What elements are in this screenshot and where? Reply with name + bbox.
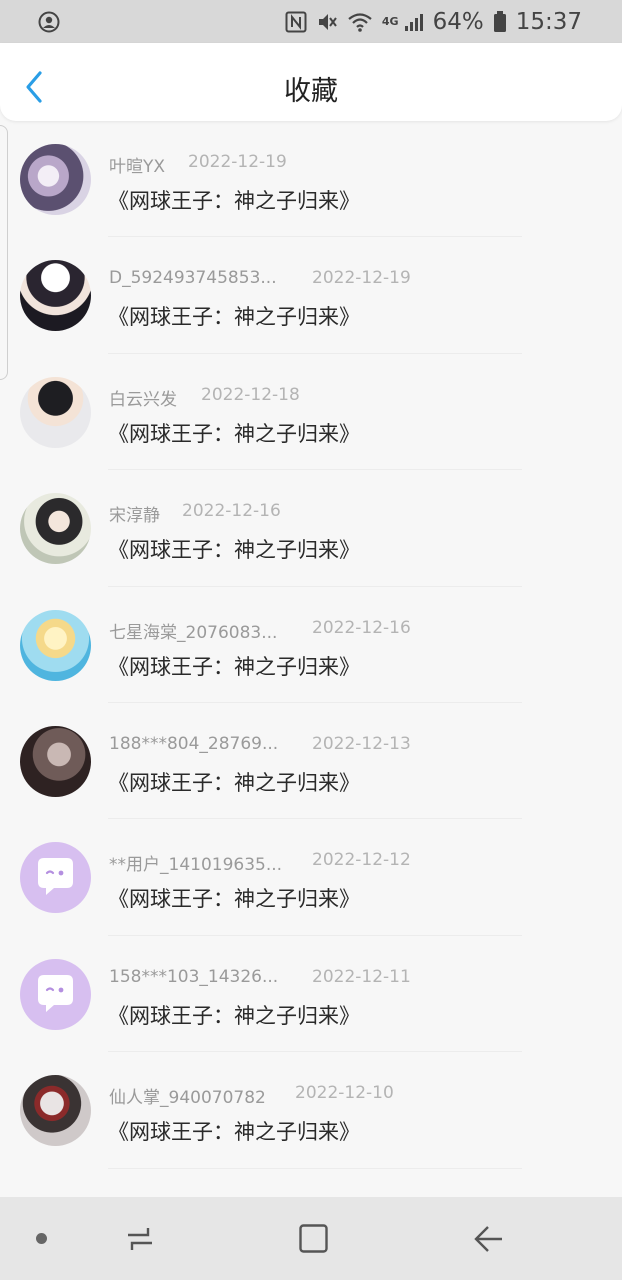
book-title: 《网球王子：神之子归来》	[108, 1003, 360, 1028]
default-avatar	[20, 958, 91, 1030]
date: 2022-12-11	[312, 966, 411, 987]
book-title: 《网球王子：神之子归来》	[108, 421, 360, 446]
list-item[interactable]: 七星海棠_2076083... 2022-12-16 《网球王子：神之子归来》	[0, 587, 622, 704]
status-bar: 4G 64% 15:37	[0, 0, 622, 43]
date: 2022-12-10	[295, 1083, 394, 1104]
book-title: 《网球王子：神之子归来》	[108, 887, 360, 912]
date: 2022-12-16	[182, 501, 281, 522]
user-name: 七星海棠_2076083...	[109, 622, 278, 643]
avatar	[20, 260, 91, 332]
user-name: 宋淳静	[109, 506, 160, 527]
clock: 15:37	[515, 8, 582, 35]
date: 2022-12-18	[201, 384, 300, 405]
user-name: 158***103_14326...	[109, 966, 279, 987]
avatar	[20, 493, 91, 565]
list-item[interactable]: 宋淳静 2022-12-16 《网球王子：神之子归来》	[0, 470, 622, 587]
list-item[interactable]: 叶暄YX 2022-12-19 《网球王子：神之子归来》	[0, 121, 622, 238]
account-icon	[38, 11, 60, 33]
date: 2022-12-12	[312, 850, 411, 871]
book-title: 《网球王子：神之子归来》	[108, 305, 360, 330]
list-item[interactable]: 158***103_14326... 2022-12-11 《网球王子：神之子归…	[0, 936, 622, 1053]
network-type: 4G	[381, 15, 399, 28]
recent-apps-icon[interactable]	[124, 1225, 156, 1253]
avatar	[20, 609, 91, 681]
wifi-icon	[347, 11, 373, 33]
user-name: 白云兴发	[109, 389, 177, 410]
page-header: 收藏	[0, 43, 622, 121]
book-title: 《网球王子：神之子归来》	[108, 770, 360, 795]
chat-bubble-icon	[38, 858, 73, 896]
mute-icon	[316, 11, 338, 33]
book-title: 《网球王子：神之子归来》	[108, 189, 360, 213]
date: 2022-12-19	[312, 268, 411, 289]
list-item[interactable]: 188***804_28769... 2022-12-13 《网球王子：神之子归…	[0, 703, 622, 820]
back-nav-icon[interactable]	[472, 1223, 504, 1255]
signal-icon	[404, 12, 424, 32]
list-item[interactable]: 仙人掌_940070782 2022-12-10 《网球王子：神之子归来》	[0, 1052, 622, 1169]
chat-bubble-icon	[38, 974, 73, 1012]
page-title: 收藏	[284, 76, 338, 107]
favorites-list: 叶暄YX 2022-12-19 《网球王子：神之子归来》 D_592493745…	[0, 121, 622, 1169]
user-name: **用户_141019635...	[109, 855, 283, 876]
book-title: 《网球王子：神之子归来》	[108, 1120, 360, 1145]
home-icon[interactable]	[298, 1223, 330, 1255]
nfc-icon	[285, 11, 307, 33]
nav-dot-icon[interactable]	[36, 1233, 47, 1244]
user-name: 仙人掌_940070782	[109, 1088, 266, 1109]
list-item[interactable]: 白云兴发 2022-12-18 《网球王子：神之子归来》	[0, 354, 622, 471]
book-title: 《网球王子：神之子归来》	[108, 538, 360, 563]
avatar	[20, 144, 91, 215]
user-name: 188***804_28769...	[109, 733, 279, 754]
avatar	[20, 725, 91, 797]
list-item[interactable]: D_592493745853... 2022-12-19 《网球王子：神之子归来…	[0, 237, 622, 355]
book-title: 《网球王子：神之子归来》	[108, 654, 360, 679]
date: 2022-12-13	[312, 733, 411, 754]
date: 2022-12-16	[312, 617, 411, 638]
avatar	[20, 376, 91, 448]
date: 2022-12-19	[188, 152, 287, 172]
battery-icon	[493, 10, 507, 33]
user-name: 叶暄YX	[109, 157, 166, 177]
user-name: D_592493745853...	[109, 268, 277, 289]
system-nav-bar	[0, 1197, 622, 1280]
list-item[interactable]: **用户_141019635... 2022-12-12 《网球王子：神之子归来…	[0, 819, 622, 937]
battery-percent: 64%	[432, 8, 484, 35]
default-avatar	[20, 842, 91, 914]
avatar	[20, 1075, 91, 1147]
